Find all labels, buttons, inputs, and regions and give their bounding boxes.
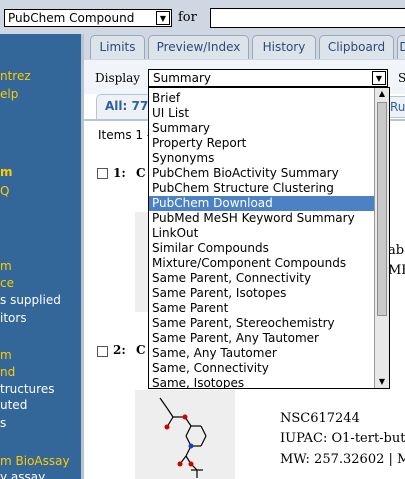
tab-rule-partial[interactable]: Rul	[388, 96, 405, 118]
option-structure-clustering[interactable]: PubChem Structure Clustering	[149, 181, 374, 196]
database-select[interactable]: PubChem Compound ▼	[4, 9, 172, 27]
nav-link-bioassay[interactable]: m BioAssay	[0, 454, 70, 468]
result-1-name-partial: ab	[388, 243, 405, 258]
search-term-input[interactable]	[210, 8, 405, 28]
option-same-connectivity[interactable]: Same, Connectivity	[149, 361, 374, 376]
left-navigation: ntrez elp m Q m ce s supplied itors m nd…	[0, 34, 81, 479]
option-synonyms[interactable]: Synonyms	[149, 151, 374, 166]
result-1-title[interactable]: C	[136, 166, 146, 180]
display-format-dropdown-list[interactable]: Brief UI List Summary Property Report Sy…	[148, 87, 390, 389]
option-same-isotopes[interactable]: Same, Isotopes	[149, 376, 374, 388]
nav-link-pubchem-3[interactable]: m	[0, 348, 12, 362]
display-label: Display	[95, 71, 141, 85]
result-1-formula-partial: MF	[388, 263, 405, 278]
nav-link-assay[interactable]: y assay	[0, 470, 45, 479]
result-2-number: 2:	[113, 343, 126, 357]
scroll-up-arrow-icon[interactable]: ▲	[375, 88, 389, 100]
option-summary[interactable]: Summary	[149, 121, 374, 136]
result-1-structure-image[interactable]	[135, 212, 148, 312]
show-label-partial: S	[398, 71, 405, 85]
option-same-parent-stereochemistry[interactable]: Same Parent, Stereochemistry	[149, 316, 374, 331]
tab-limits[interactable]: Limits	[90, 35, 145, 59]
tab-details[interactable]: D	[397, 35, 405, 59]
database-select-value: PubChem Compound	[8, 11, 135, 25]
nav-link-faq[interactable]: Q	[0, 184, 9, 198]
nav-link-records-supplied[interactable]: s supplied	[0, 293, 61, 307]
option-same-parent-any-tautomer[interactable]: Same Parent, Any Tautomer	[149, 331, 374, 346]
option-linkout[interactable]: LinkOut	[149, 226, 374, 241]
tab-preview-index[interactable]: Preview/Index	[148, 35, 249, 59]
nav-link-compound[interactable]: nd	[0, 365, 15, 379]
option-property-report[interactable]: Property Report	[149, 136, 374, 151]
tab-history[interactable]: History	[252, 35, 316, 59]
nav-link-computed[interactable]: uted	[0, 398, 27, 412]
tab-all-results[interactable]: All: 77	[96, 94, 156, 120]
display-format-value: Summary	[153, 71, 211, 85]
result-2-mw: MW: 257.32602 | M	[280, 452, 405, 467]
chevron-down-icon[interactable]: ▼	[156, 11, 170, 25]
dropdown-scrollbar[interactable]: ▲ ▼	[374, 88, 389, 388]
tab-clipboard[interactable]: Clipboard	[319, 35, 394, 59]
result-2-title[interactable]: C	[136, 343, 146, 357]
items-range-text: Items 1 -	[98, 128, 152, 142]
result-2-checkbox[interactable]	[97, 346, 108, 357]
nav-link-pubchem-2[interactable]: m	[0, 259, 12, 273]
option-same-parent-isotopes[interactable]: Same Parent, Isotopes	[149, 286, 374, 301]
option-mesh-keyword-summary[interactable]: PubMed MeSH Keyword Summary	[149, 211, 374, 226]
nav-link-help[interactable]: elp	[0, 87, 18, 101]
option-same-any-tautomer[interactable]: Same, Any Tautomer	[149, 346, 374, 361]
option-same-parent[interactable]: Same Parent	[149, 301, 374, 316]
chevron-down-icon[interactable]: ▼	[372, 71, 386, 85]
result-2-structure-image[interactable]	[135, 390, 235, 479]
nav-link-tools[interactable]: s	[0, 416, 6, 430]
result-1-checkbox[interactable]	[97, 168, 108, 179]
scrollbar-thumb[interactable]	[377, 102, 387, 316]
option-pubchem-download[interactable]: PubChem Download	[149, 196, 374, 211]
scroll-down-arrow-icon[interactable]: ▼	[375, 376, 389, 388]
nav-link-pubchem[interactable]: m	[0, 165, 13, 179]
nav-link-structures[interactable]: tructures	[0, 382, 54, 396]
option-similar-compounds[interactable]: Similar Compounds	[149, 241, 374, 256]
molecule-structure-icon	[159, 397, 207, 478]
search-bar: PubChem Compound ▼ for	[0, 0, 405, 34]
result-2-iupac: IUPAC: O1-tert-buty	[280, 431, 405, 446]
result-1-number: 1:	[113, 166, 126, 180]
option-brief[interactable]: Brief	[149, 91, 374, 106]
option-bioactivity-summary[interactable]: PubChem BioActivity Summary	[149, 166, 374, 181]
nav-link-substance[interactable]: ce	[0, 276, 14, 290]
option-mixture-component[interactable]: Mixture/Component Compounds	[149, 256, 374, 271]
display-format-select[interactable]: Summary ▼	[148, 69, 388, 87]
nav-link-entrez[interactable]: ntrez	[0, 69, 31, 83]
nav-link-depositors[interactable]: itors	[0, 311, 27, 325]
option-ui-list[interactable]: UI List	[149, 106, 374, 121]
all-results-label: All: 77	[105, 99, 149, 113]
option-same-parent-connectivity[interactable]: Same Parent, Connectivity	[149, 271, 374, 286]
for-label: for	[178, 10, 197, 25]
nav-divider	[81, 34, 84, 479]
result-2-nsc: NSC617244	[280, 411, 360, 426]
